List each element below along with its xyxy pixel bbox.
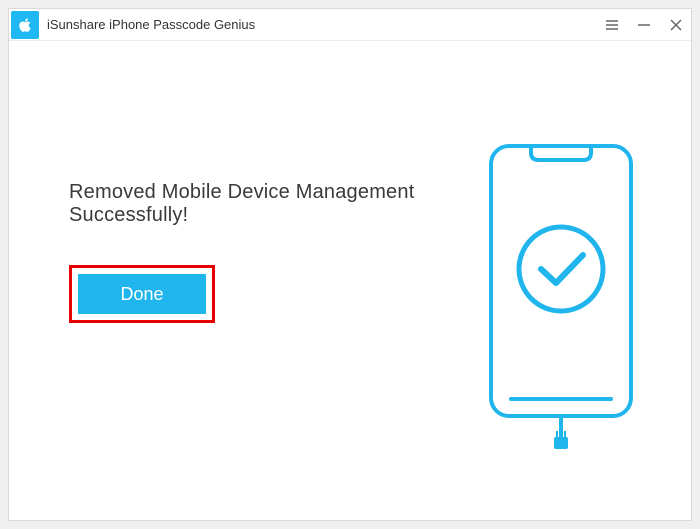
close-icon[interactable] [667,16,685,34]
message-pane: Removed Mobile Device Management Success… [69,181,441,520]
app-window: iSunshare iPhone Passcode Genius Removed… [8,8,692,521]
done-button-highlight: Done [69,265,215,323]
done-button[interactable]: Done [78,274,206,314]
app-title: iSunshare iPhone Passcode Genius [47,17,603,32]
main-content: Removed Mobile Device Management Success… [9,41,691,520]
window-controls [603,16,685,34]
titlebar: iSunshare iPhone Passcode Genius [9,9,691,41]
app-logo-icon [11,11,39,39]
illustration-pane [471,141,651,520]
phone-success-icon [481,141,641,451]
menu-icon[interactable] [603,16,621,34]
minimize-icon[interactable] [635,16,653,34]
success-message: Removed Mobile Device Management Success… [69,181,441,227]
